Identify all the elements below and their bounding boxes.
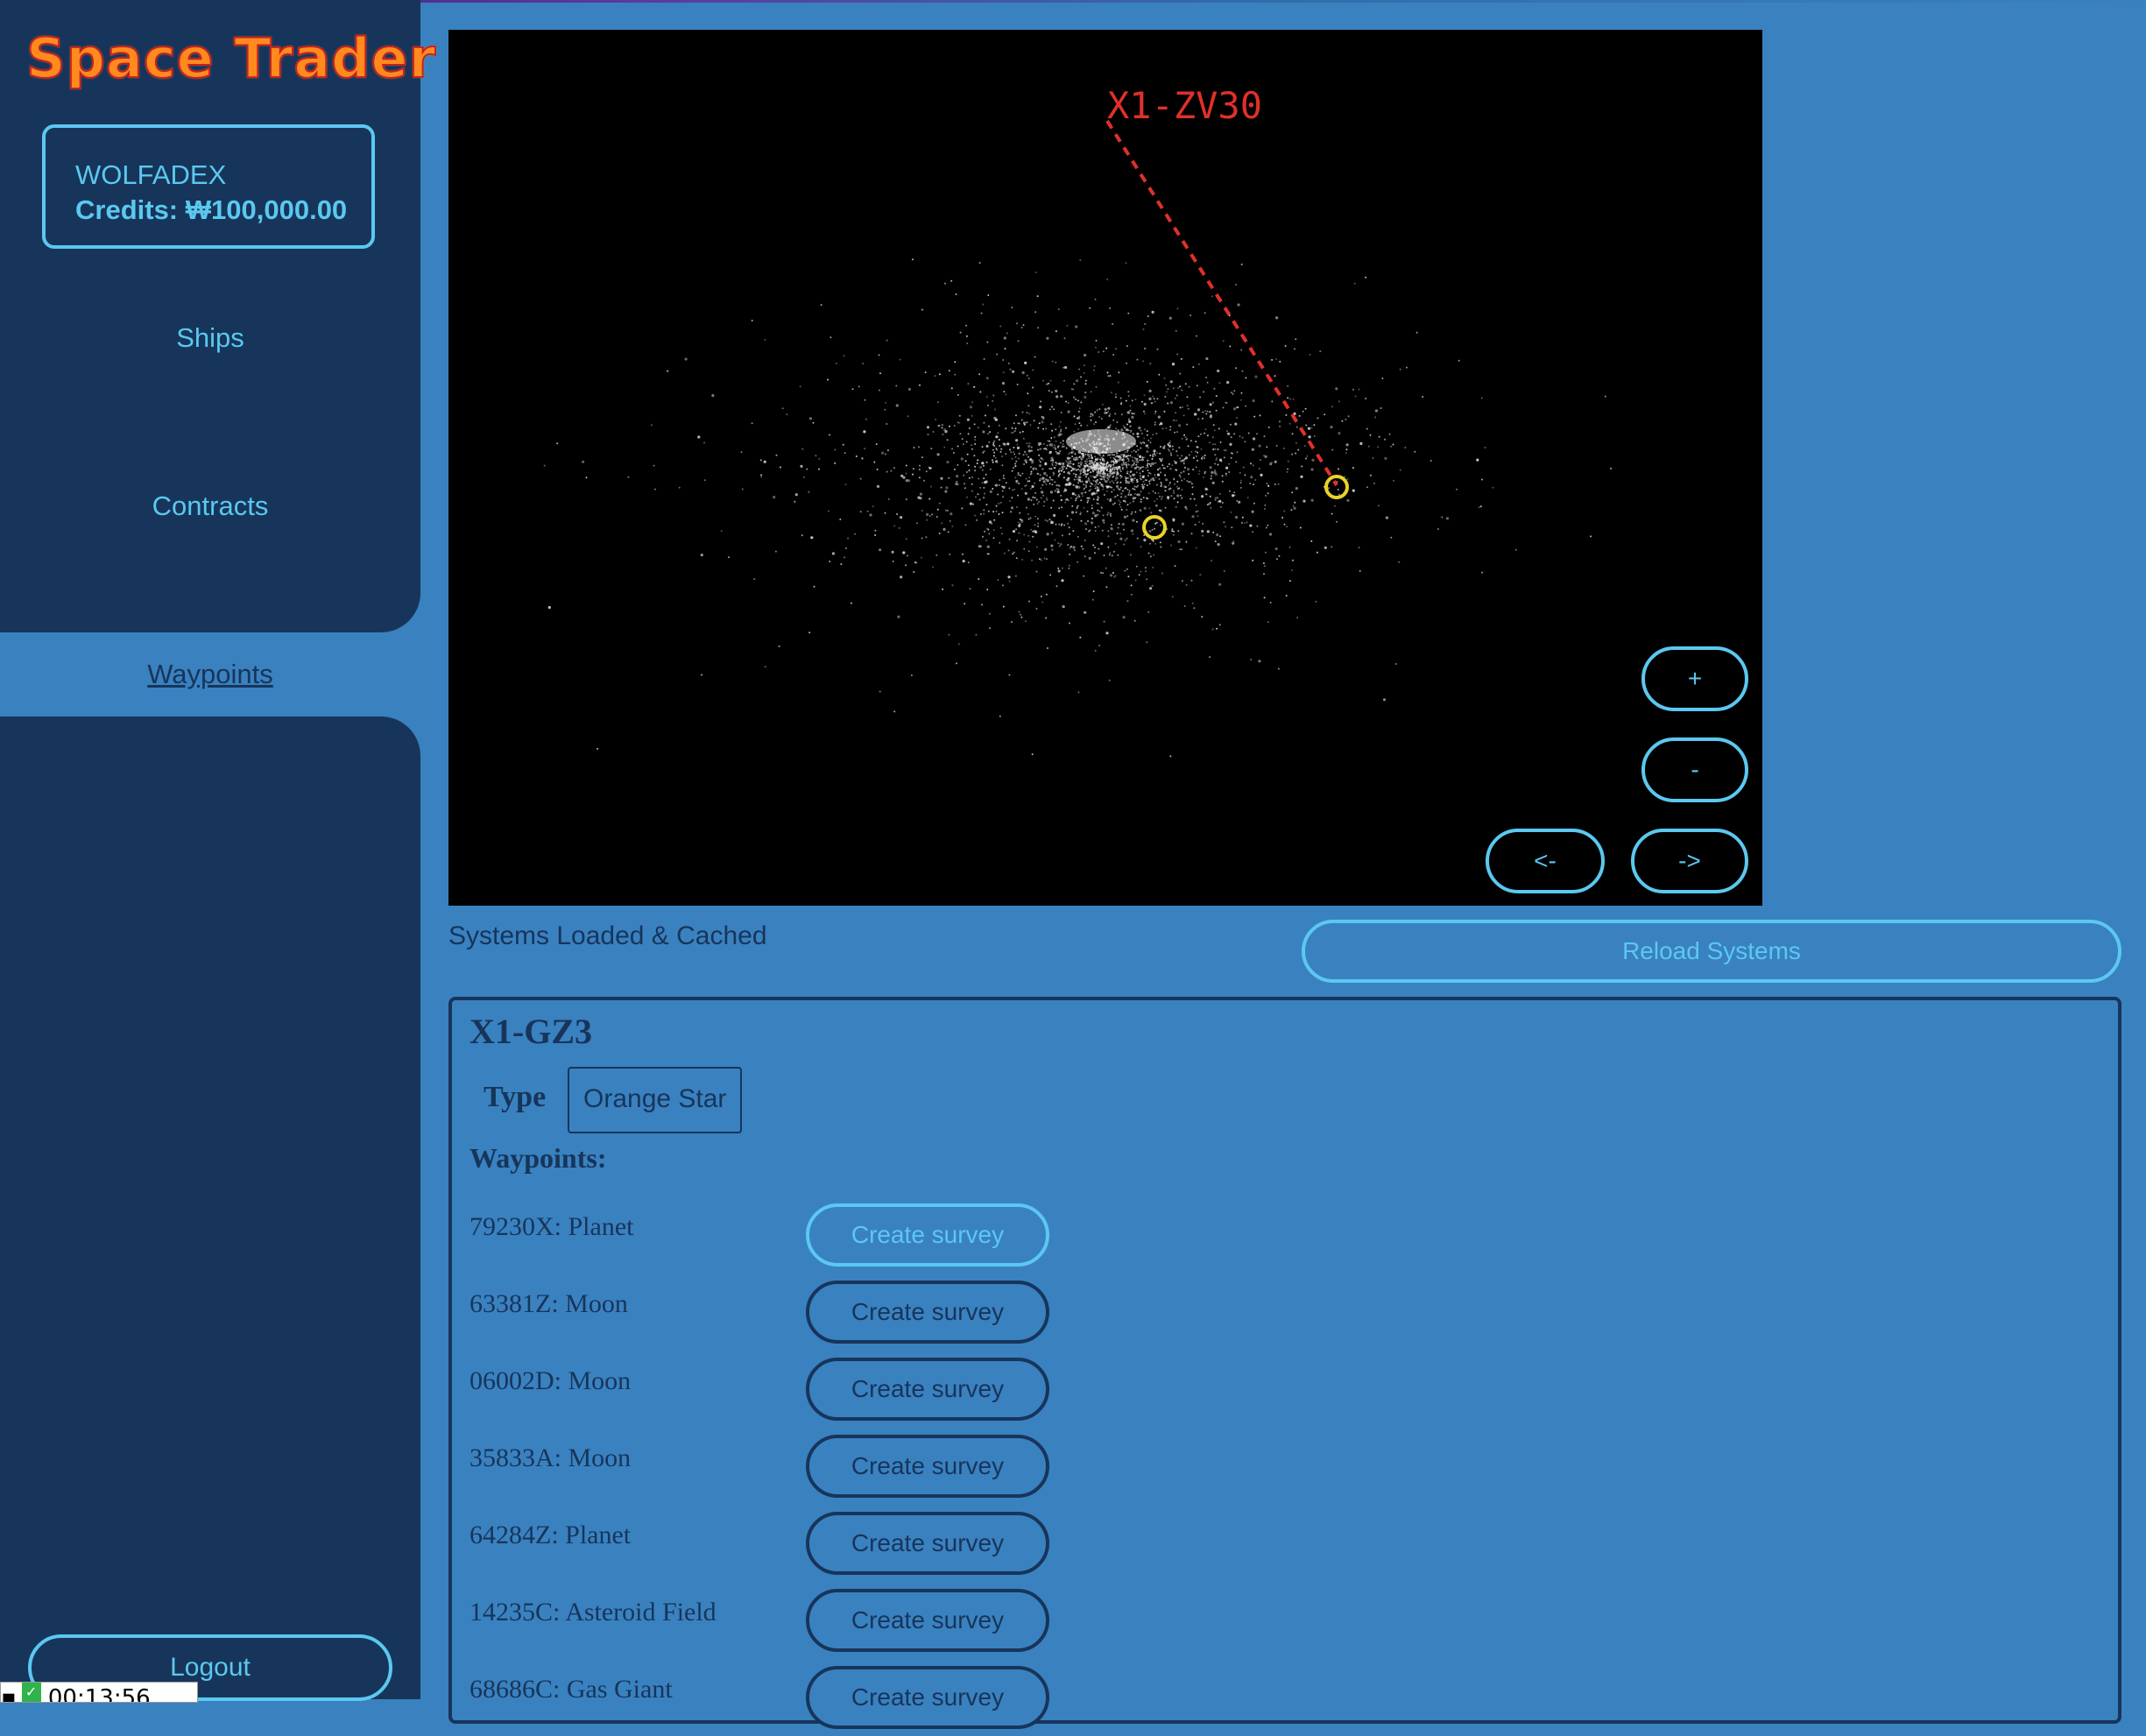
waypoint-name: 14235C: Asteroid Field	[469, 1598, 717, 1627]
system-route-label: X1-ZV30	[1107, 84, 1263, 127]
sidebar-bottom-panel	[0, 716, 420, 1699]
next-button[interactable]: ->	[1631, 829, 1748, 893]
system-name: X1-GZ3	[469, 1012, 592, 1051]
reload-systems-button[interactable]: Reload Systems	[1302, 920, 2121, 983]
credits-value: ₩100,000.00	[185, 194, 348, 225]
app-logo: Space Trader	[25, 25, 437, 91]
zoom-out-button[interactable]: -	[1641, 737, 1748, 802]
waypoint-name: 68686C: Gas Giant	[469, 1675, 673, 1704]
create-survey-button[interactable]: Create survey	[806, 1281, 1049, 1344]
waypoint-row: 63381Z: Moon Create survey	[469, 1281, 1170, 1351]
clock-time: 00:13:56	[47, 1685, 151, 1703]
system-detail-panel: X1-GZ3 Type Orange Star Waypoints: 79230…	[448, 997, 2121, 1729]
sidebar: Space Trader WOLFADEX Credits: ₩100,000.…	[0, 0, 437, 1701]
waypoint-name: 63381Z: Moon	[469, 1289, 628, 1318]
waypoint-name: 64284Z: Planet	[469, 1521, 632, 1549]
previous-button[interactable]: <-	[1486, 829, 1605, 893]
nav-waypoints-label: Waypoints	[147, 659, 273, 689]
system-marker[interactable]	[1324, 475, 1349, 499]
waypoint-row: 68686C: Gas Giant Create survey	[469, 1666, 1170, 1736]
waypoint-row: 06002D: Moon Create survey	[469, 1358, 1170, 1428]
waypoint-name: 06002D: Moon	[469, 1366, 632, 1395]
create-survey-button[interactable]: Create survey	[806, 1666, 1049, 1729]
sidebar-top-panel	[0, 0, 420, 632]
create-survey-button[interactable]: Create survey	[806, 1512, 1049, 1575]
account-card: WOLFADEX Credits: ₩100,000.00	[42, 124, 375, 249]
zoom-in-button[interactable]: +	[1641, 646, 1748, 711]
waypoint-name: 35833A: Moon	[469, 1443, 632, 1472]
nav-waypoints[interactable]: Waypoints	[0, 632, 422, 716]
credits-display: Credits: ₩100,000.00	[75, 193, 371, 228]
load-status: Systems Loaded & Cached	[448, 921, 767, 950]
create-survey-button[interactable]: Create survey	[806, 1589, 1049, 1652]
galaxy-map[interactable]: X1-ZV30 + - <- ->	[448, 30, 1762, 906]
galaxy-canvas[interactable]	[448, 30, 1762, 906]
waypoint-row: 79230X: Planet Create survey	[469, 1203, 1170, 1274]
create-survey-button[interactable]: Create survey	[806, 1358, 1049, 1421]
waypoint-row: 14235C: Asteroid Field Create survey	[469, 1589, 1170, 1659]
create-survey-button[interactable]: Create survey	[806, 1435, 1049, 1498]
type-label: Type	[484, 1081, 547, 1113]
waypoint-row: 35833A: Moon Create survey	[469, 1435, 1170, 1505]
star-field	[543, 258, 1613, 758]
nav-ships[interactable]: Ships	[0, 322, 420, 354]
type-value: Orange Star	[568, 1067, 743, 1133]
clock-dot-icon: ▪	[1, 1685, 17, 1703]
credits-label: Credits:	[75, 194, 179, 225]
account-name: WOLFADEX	[75, 159, 227, 190]
clock-widget: ▪ ✓ 00:13:56	[0, 1682, 198, 1703]
system-marker[interactable]	[1142, 515, 1167, 540]
waypoint-row: 64284Z: Planet Create survey	[469, 1512, 1170, 1582]
nav-contracts[interactable]: Contracts	[0, 490, 420, 522]
waypoints-heading: Waypoints:	[469, 1142, 607, 1174]
waypoint-name: 79230X: Planet	[469, 1212, 634, 1241]
create-survey-button[interactable]: Create survey	[806, 1203, 1049, 1267]
